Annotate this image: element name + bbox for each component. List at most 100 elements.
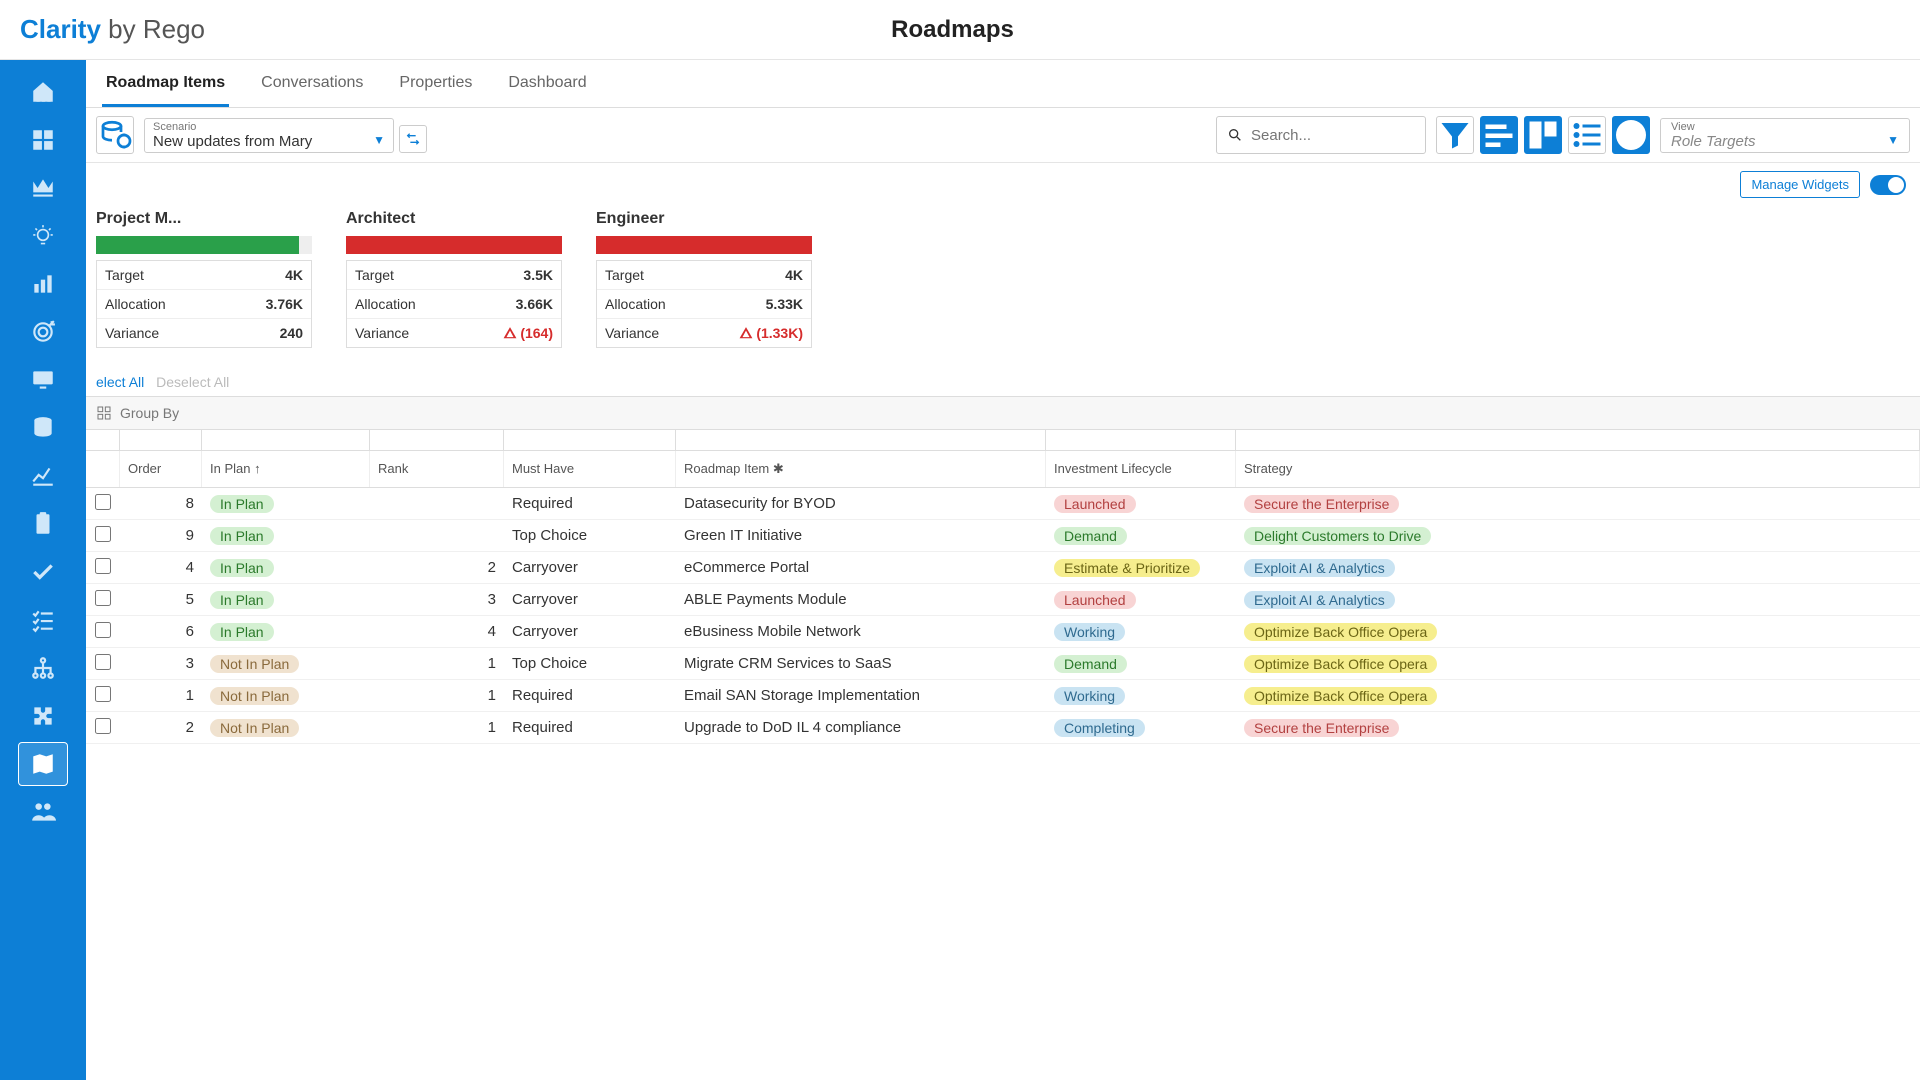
widgets-toggle[interactable] (1870, 175, 1906, 195)
table-row[interactable]: 3 Not In Plan 1 Top Choice Migrate CRM S… (86, 648, 1920, 680)
table-row[interactable]: 2 Not In Plan 1 Required Upgrade to DoD … (86, 712, 1920, 744)
card-bar (96, 236, 312, 254)
cell-order: 8 (120, 491, 202, 516)
cell-strat: Optimize Back Office Opera (1244, 655, 1437, 673)
row-checkbox[interactable] (95, 590, 111, 606)
row-checkbox[interactable] (95, 686, 111, 702)
cell-item: Green IT Initiative (676, 523, 1046, 548)
main: Roadmap Items Conversations Properties D… (86, 60, 1920, 1080)
row-checkbox[interactable] (95, 718, 111, 734)
cell-inplan: In Plan (210, 559, 274, 577)
cell-inplan: In Plan (210, 623, 274, 641)
group-by-bar[interactable]: Group By (86, 396, 1920, 430)
sidebar (0, 60, 86, 1080)
card-0[interactable]: Project M... Target4K Allocation3.76K Va… (96, 210, 312, 348)
nav-crown-icon[interactable] (18, 166, 68, 210)
card-bar (346, 236, 562, 254)
card-body: Target4K Allocation5.33K Variance(1.33K) (596, 260, 812, 348)
nav-bulb-icon[interactable] (18, 214, 68, 258)
cell-item: eBusiness Mobile Network (676, 619, 1046, 644)
board-icon[interactable] (1524, 116, 1562, 154)
nav-hierarchy-icon[interactable] (18, 646, 68, 690)
row-checkbox[interactable] (95, 654, 111, 670)
table-row[interactable]: 6 In Plan 4 Carryover eBusiness Mobile N… (86, 616, 1920, 648)
chevron-down-icon: ▼ (373, 133, 385, 147)
card-2[interactable]: Engineer Target4K Allocation5.33K Varian… (596, 210, 812, 348)
cell-strat: Secure the Enterprise (1244, 719, 1399, 737)
cell-must: Top Choice (504, 523, 676, 548)
card-1[interactable]: Architect Target3.5K Allocation3.66K Var… (346, 210, 562, 348)
tab-conversations[interactable]: Conversations (257, 60, 367, 107)
col-inplan[interactable]: In Plan ↑ (202, 451, 370, 487)
table-row[interactable]: 8 In Plan Required Datasecurity for BYOD… (86, 488, 1920, 520)
nav-checklist-icon[interactable] (18, 598, 68, 642)
cell-order: 1 (120, 683, 202, 708)
cell-must: Required (504, 715, 676, 740)
toolbar: Scenario New updates from Mary ▼ (86, 108, 1920, 163)
col-life[interactable]: Investment Lifecycle (1046, 451, 1236, 487)
table-row[interactable]: 9 In Plan Top Choice Green IT Initiative… (86, 520, 1920, 552)
col-must[interactable]: Must Have (504, 451, 676, 487)
cell-must: Carryover (504, 619, 676, 644)
cell-life: Working (1054, 623, 1125, 641)
view-value: Role Targets (1671, 133, 1899, 150)
cell-order: 2 (120, 715, 202, 740)
cell-item: ABLE Payments Module (676, 587, 1046, 612)
row-checkbox[interactable] (95, 526, 111, 542)
cell-life: Demand (1054, 655, 1127, 673)
nav-home-icon[interactable] (18, 70, 68, 114)
col-order[interactable]: Order (120, 451, 202, 487)
pie-icon[interactable] (1612, 116, 1650, 154)
refresh-db-icon[interactable] (96, 116, 134, 154)
nav-monitor-icon[interactable] (18, 358, 68, 402)
tabs: Roadmap Items Conversations Properties D… (86, 60, 1920, 108)
card-body: Target3.5K Allocation3.66K Variance(164) (346, 260, 562, 348)
nav-grid-icon[interactable] (18, 118, 68, 162)
cell-must: Top Choice (504, 651, 676, 676)
cell-inplan: In Plan (210, 495, 274, 513)
cell-life: Launched (1054, 495, 1136, 513)
cell-life: Estimate & Prioritize (1054, 559, 1200, 577)
tab-properties[interactable]: Properties (395, 60, 476, 107)
table-header: Order In Plan ↑ Rank Must Have Roadmap I… (86, 451, 1920, 488)
list-icon[interactable] (1568, 116, 1606, 154)
nav-clipboard-icon[interactable] (18, 502, 68, 546)
table-row[interactable]: 5 In Plan 3 Carryover ABLE Payments Modu… (86, 584, 1920, 616)
cell-life: Launched (1054, 591, 1136, 609)
swap-icon[interactable] (399, 125, 427, 153)
row-checkbox[interactable] (95, 494, 111, 510)
card-body: Target4K Allocation3.76K Variance240 (96, 260, 312, 348)
align-icon[interactable] (1480, 116, 1518, 154)
col-rank[interactable]: Rank (370, 451, 504, 487)
nav-trend-icon[interactable] (18, 454, 68, 498)
row-checkbox[interactable] (95, 558, 111, 574)
cell-strat: Secure the Enterprise (1244, 495, 1399, 513)
table-row[interactable]: 4 In Plan 2 Carryover eCommerce Portal E… (86, 552, 1920, 584)
nav-database-icon[interactable] (18, 406, 68, 450)
scenario-select[interactable]: Scenario New updates from Mary ▼ (144, 118, 394, 153)
cell-strat: Optimize Back Office Opera (1244, 687, 1437, 705)
search-field[interactable] (1251, 127, 1411, 144)
search-input[interactable] (1216, 116, 1426, 154)
filter-icon[interactable] (1436, 116, 1474, 154)
deselect-all-link[interactable]: Deselect All (156, 374, 229, 390)
nav-barchart-icon[interactable] (18, 262, 68, 306)
nav-map-icon[interactable] (18, 742, 68, 786)
cell-life: Completing (1054, 719, 1145, 737)
tab-roadmap-items[interactable]: Roadmap Items (102, 60, 229, 107)
manage-widgets-button[interactable]: Manage Widgets (1740, 171, 1860, 198)
select-all-link[interactable]: elect All (96, 374, 144, 390)
col-item[interactable]: Roadmap Item ✱ (676, 451, 1046, 487)
tab-dashboard[interactable]: Dashboard (504, 60, 590, 107)
nav-people-icon[interactable] (18, 790, 68, 834)
card-title: Project M... (96, 210, 312, 228)
col-strat[interactable]: Strategy (1236, 451, 1920, 487)
row-checkbox[interactable] (95, 622, 111, 638)
cell-life: Working (1054, 687, 1125, 705)
view-select[interactable]: View Role Targets ▼ (1660, 118, 1910, 153)
nav-puzzle-icon[interactable] (18, 694, 68, 738)
table-header-stub (86, 430, 1920, 451)
table-row[interactable]: 1 Not In Plan 1 Required Email SAN Stora… (86, 680, 1920, 712)
nav-check-icon[interactable] (18, 550, 68, 594)
nav-target-icon[interactable] (18, 310, 68, 354)
